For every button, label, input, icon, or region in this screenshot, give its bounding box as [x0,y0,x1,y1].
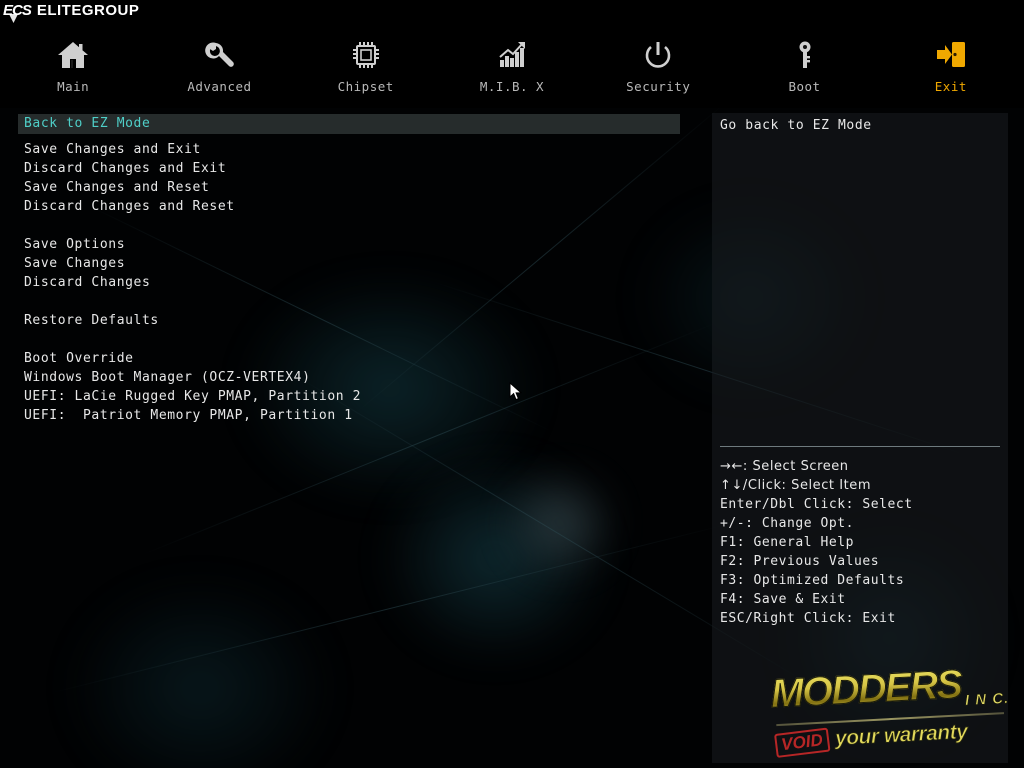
key-legend-change-opt: +/-: Change Opt. [720,516,855,531]
modders-inc-watermark: MODDERS I N C. VOID your warranty [769,662,1015,768]
tab-main[interactable]: Main [0,28,146,94]
boot-override-windows-boot-manager[interactable]: Windows Boot Manager (OCZ-VERTEX4) [24,370,311,385]
ecs-logo: ECS ELITEGROUP [3,2,139,19]
tab-boot-label: Boot [788,79,821,94]
menu-item-discard-changes-and-reset[interactable]: Discard Changes and Reset [24,199,235,214]
wrench-icon [202,38,236,72]
watermark-void-stamp: VOID [774,727,831,758]
tab-boot[interactable]: Boot [731,28,877,94]
power-icon [641,38,675,72]
key-legend-exit: ESC/Right Click: Exit [720,611,896,626]
main-tab-bar: Main Advanced Chipset M.I.B. X Security … [0,28,1024,108]
home-icon [56,38,90,72]
exit-menu-pane: Back to EZ Mode Save Changes and Exit Di… [0,108,706,768]
help-divider [720,446,1000,447]
tab-mibx[interactable]: M.I.B. X [439,28,585,94]
exit-door-icon [933,38,969,72]
tab-security-label: Security [626,79,691,94]
watermark-suffix: I N C. [964,689,1010,710]
uefi-bios-screen: ECS ELITEGROUP Main Advanced Chipset M.I… [0,0,1024,768]
tab-mibx-label: M.I.B. X [479,79,545,94]
key-legend-general-help: F1: General Help [720,535,855,550]
chart-icon [495,38,529,72]
tab-chipset-label: Chipset [337,79,394,94]
menu-item-save-changes-and-exit[interactable]: Save Changes and Exit [24,142,201,157]
tab-advanced-label: Advanced [187,79,252,94]
key-legend: →←: Select Screen ↑↓/Click: Select Item … [720,457,1004,628]
mouse-cursor [509,381,523,402]
tab-main-label: Main [57,79,90,94]
brand-header: ECS ELITEGROUP [0,0,1024,28]
menu-item-selected[interactable]: Back to EZ Mode [18,114,680,134]
menu-item-discard-changes[interactable]: Discard Changes [24,275,150,290]
key-legend-select-item: ↑↓/Click: Select Item [720,478,872,493]
tab-exit[interactable]: Exit [878,28,1024,94]
key-legend-select-screen: →←: Select Screen [720,459,849,474]
cpu-chip-icon [349,38,383,72]
ecs-logo-text: ELITEGROUP [36,2,140,19]
boot-override-lacie-rugged-key[interactable]: UEFI: LaCie Rugged Key PMAP, Partition 2 [24,389,361,404]
menu-item-selected-label: Back to EZ Mode [24,116,151,131]
menu-item-restore-defaults[interactable]: Restore Defaults [24,313,159,328]
key-legend-optimized-defaults: F3: Optimized Defaults [720,573,905,588]
menu-item-discard-changes-and-exit[interactable]: Discard Changes and Exit [24,161,226,176]
key-legend-previous-values: F2: Previous Values [720,554,880,569]
tab-advanced[interactable]: Advanced [146,28,292,94]
boot-override-patriot-memory[interactable]: UEFI: Patriot Memory PMAP, Partition 1 [24,408,353,423]
tab-chipset[interactable]: Chipset [293,28,439,94]
menu-heading-boot-override: Boot Override [24,351,134,366]
watermark-tagline: your warranty [834,720,968,751]
tab-security[interactable]: Security [585,28,731,94]
key-icon [788,38,822,72]
help-description-text: Go back to EZ Mode [720,118,872,133]
tab-exit-label: Exit [934,79,967,94]
menu-heading-save-options: Save Options [24,237,126,252]
menu-item-save-changes[interactable]: Save Changes [24,256,125,271]
menu-item-save-changes-and-reset[interactable]: Save Changes and Reset [24,180,209,195]
key-legend-save-exit: F4: Save & Exit [720,592,846,607]
key-legend-select: Enter/Dbl Click: Select [720,497,913,512]
ecs-logo-mark: ECS [3,2,32,19]
